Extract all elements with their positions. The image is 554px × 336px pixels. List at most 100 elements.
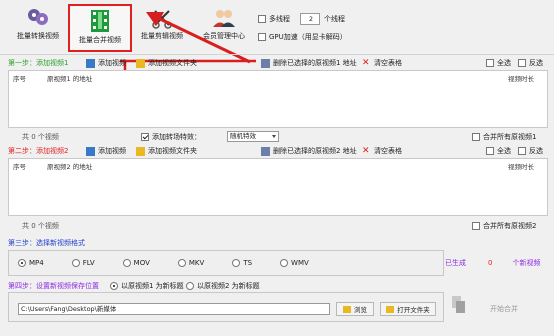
step3-label: 第三步：选择新视频格式 <box>8 239 85 247</box>
naming-option-2-radio[interactable] <box>186 282 194 290</box>
step1-select-all-label: 全选 <box>497 59 511 67</box>
step4-action: 设置新视频保存位置 <box>36 282 99 290</box>
transition-row: 添加转场特效： <box>141 130 205 144</box>
format-ts-radio[interactable] <box>232 259 241 267</box>
step1-merge-all: 合并所有原视频1 <box>472 130 536 144</box>
chevron-down-icon <box>272 135 276 138</box>
format-mov[interactable]: MOV <box>122 257 150 269</box>
format-mov-label: MOV <box>133 259 150 267</box>
step1-label: 第一步： <box>8 59 36 67</box>
format-flv[interactable]: FLV <box>71 257 95 269</box>
format-ts[interactable]: TS <box>232 257 252 269</box>
toolbar-convert-video[interactable]: 批量转换视频 <box>6 4 70 52</box>
multithread-row: 多线程 2 个线程 <box>258 12 345 26</box>
gpu-label: GPU加速（用显卡解码） <box>269 33 347 41</box>
copy-icon <box>452 296 465 313</box>
format-mp4[interactable]: MP4 <box>18 257 44 269</box>
toolbar-merge-video[interactable]: 批量合并视频 <box>68 4 132 52</box>
step2-invert-label: 反选 <box>529 147 543 155</box>
generated-count: 已生成 0 个新视频 <box>445 256 540 270</box>
step2-delete-button[interactable]: 删除已选择的原视频2 地址 <box>261 145 357 157</box>
browse-label: 浏览 <box>354 306 367 314</box>
close-icon: ✕ <box>362 145 370 156</box>
step4-label: 第四步： <box>8 282 36 290</box>
transition-checkbox[interactable] <box>141 133 149 141</box>
naming-option-1-radio[interactable] <box>110 282 118 290</box>
format-radio-group: MP4 FLV MOV MKV TS WMV <box>18 256 309 270</box>
step1-select-all[interactable]: 全选 <box>486 57 511 69</box>
step1-count: 共 0 个视频 <box>22 130 59 144</box>
step1-invert-checkbox[interactable] <box>518 59 526 67</box>
format-mp4-radio[interactable] <box>18 259 26 267</box>
format-mkv-radio[interactable] <box>177 259 186 267</box>
step1-col-index: 序号 <box>13 75 26 83</box>
format-wmv[interactable]: WMV <box>280 257 309 269</box>
step2-add-video-button[interactable]: 添加视频 <box>86 145 126 157</box>
step2-video-table[interactable]: 序号 原视频2 的地址 视频时长 <box>8 158 548 216</box>
step2-merge-all-checkbox[interactable] <box>472 222 480 230</box>
delete-icon <box>261 58 270 68</box>
step1-merge-all-checkbox[interactable] <box>472 133 480 141</box>
browse-button[interactable]: 浏览 <box>336 302 374 316</box>
gpu-checkbox[interactable] <box>258 33 266 41</box>
step2-col-index: 序号 <box>13 163 26 171</box>
multithread-checkbox[interactable] <box>258 15 266 23</box>
step2-merge-all: 合并所有原视频2 <box>472 219 536 233</box>
step2-count-label: 共 0 个视频 <box>22 222 59 230</box>
step1-add-folder-button[interactable]: 添加视频文件夹 <box>136 57 197 69</box>
open-folder-label: 打开文件夹 <box>397 306 430 314</box>
step2-clear-button[interactable]: ✕ 清空表格 <box>362 145 402 157</box>
step1-action: 添加视频1 <box>36 59 69 67</box>
format-ts-label: TS <box>243 259 253 267</box>
naming-option-2: 以原视频2 为新标题 <box>186 279 260 293</box>
step1-select-all-checkbox[interactable] <box>486 59 494 67</box>
step1-col-path: 原视频1 的地址 <box>47 75 93 83</box>
start-merge-button[interactable]: 开始合并 <box>448 294 548 326</box>
step1-clear-label: 清空表格 <box>374 59 402 67</box>
step2-delete-label: 删除已选择的原视频2 地址 <box>273 147 357 155</box>
step1-video-table[interactable]: 序号 原视频1 的地址 视频时长 <box>8 70 548 128</box>
film-reels-icon <box>28 9 48 25</box>
step2-invert-checkbox[interactable] <box>518 147 526 155</box>
add-video-icon <box>86 146 95 156</box>
open-folder-button[interactable]: 打开文件夹 <box>380 302 436 316</box>
step1-add-video-button[interactable]: 添加视频 <box>86 57 126 69</box>
add-video-icon <box>86 58 95 68</box>
step2-select-all-checkbox[interactable] <box>486 147 494 155</box>
step1-count-label: 共 0 个视频 <box>22 133 59 141</box>
step1-delete-label: 删除已选择的原视频1 地址 <box>273 59 357 67</box>
format-wmv-label: WMV <box>291 259 309 267</box>
step1-invert[interactable]: 反选 <box>518 57 543 69</box>
step1-delete-button[interactable]: 删除已选择的原视频1 地址 <box>261 57 357 69</box>
step2-add-folder-button[interactable]: 添加视频文件夹 <box>136 145 197 157</box>
close-icon: ✕ <box>362 57 370 68</box>
format-mkv-label: MKV <box>188 259 205 267</box>
thread-count-input[interactable]: 2 <box>300 13 320 25</box>
generated-number: 0 <box>488 259 493 267</box>
format-flv-radio[interactable] <box>71 259 80 267</box>
gpu-row: GPU加速（用显卡解码） <box>258 30 347 44</box>
thread-unit-label: 个线程 <box>324 15 345 23</box>
step2-add-video-label: 添加视频 <box>98 147 126 155</box>
step1-clear-button[interactable]: ✕ 清空表格 <box>362 57 402 69</box>
transition-label: 添加转场特效： <box>152 133 201 141</box>
format-mov-radio[interactable] <box>122 259 131 267</box>
step1-add-video-label: 添加视频 <box>98 59 126 67</box>
start-merge-label: 开始合并 <box>490 305 518 313</box>
transition-select-value: 随机特效 <box>230 132 256 140</box>
format-mkv[interactable]: MKV <box>177 257 205 269</box>
step2-action: 添加视频2 <box>36 147 69 155</box>
folder-icon <box>343 305 351 313</box>
format-wmv-radio[interactable] <box>280 259 289 267</box>
step2-select-all[interactable]: 全选 <box>486 145 511 157</box>
step1-col-duration: 视频时长 <box>508 75 534 83</box>
generated-prefix: 已生成 <box>445 259 466 267</box>
transition-select[interactable]: 随机特效 <box>227 131 279 142</box>
step2-invert[interactable]: 反选 <box>518 145 543 157</box>
step3-bar: 第三步：选择新视频格式 <box>8 236 85 250</box>
step1-invert-label: 反选 <box>529 59 543 67</box>
step2-select-all-label: 全选 <box>497 147 511 155</box>
folder-open-icon <box>386 305 395 313</box>
save-path-input[interactable]: C:\Users\Fang\Desktop\新媒体 <box>18 303 330 315</box>
format-mp4-label: MP4 <box>29 259 44 267</box>
